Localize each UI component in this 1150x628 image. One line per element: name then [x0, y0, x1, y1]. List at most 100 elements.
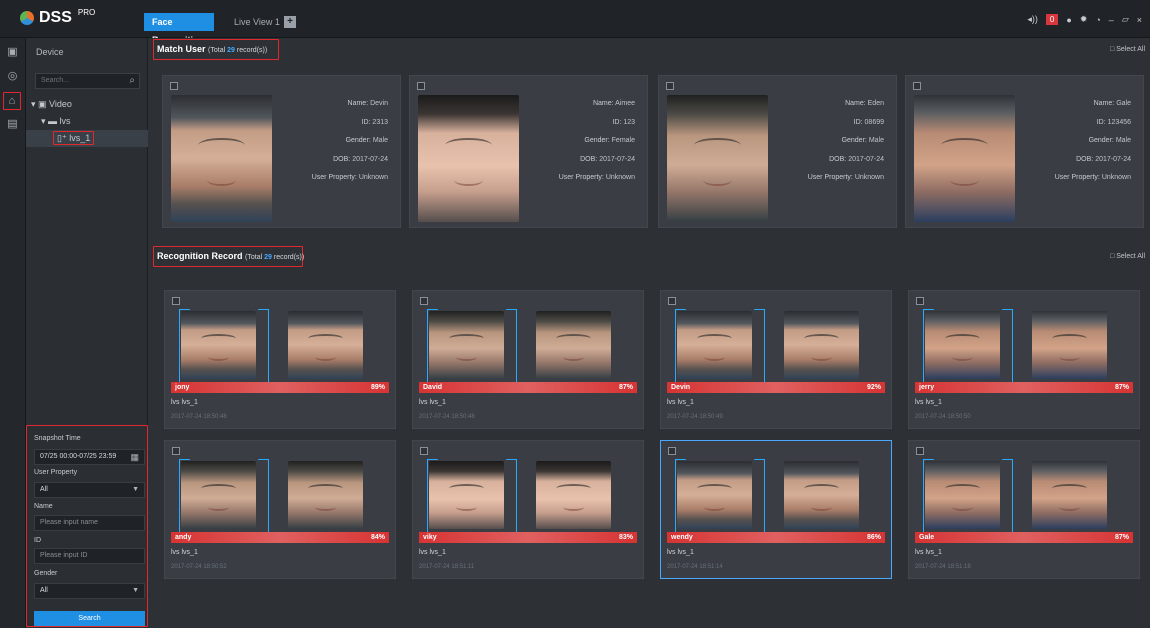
matched-name: jerry — [919, 384, 935, 391]
recognition-record-card[interactable]: jony 89% lvs lvs_1 2017-07-24 18:50:48 — [164, 290, 396, 429]
match-user-checkbox[interactable] — [170, 82, 178, 90]
record-checkbox[interactable] — [668, 447, 676, 455]
user-property-row: User Property: Unknown — [559, 169, 635, 188]
tree-lvs1-node[interactable]: ▯⁺ lvs_1 — [26, 130, 148, 147]
record-checkbox[interactable] — [668, 297, 676, 305]
match-user-select-all-label: Select All — [1116, 46, 1145, 53]
user-icon[interactable]: ● — [1066, 15, 1071, 25]
user-name-row: Name: Aimee — [559, 95, 635, 114]
checkbox-icon[interactable]: □ — [1110, 253, 1114, 260]
match-user-checkbox[interactable] — [913, 82, 921, 90]
match-score: 87% — [1114, 534, 1129, 541]
match-result-bar: Gale 87% — [915, 532, 1133, 543]
match-score: 83% — [618, 534, 633, 541]
recognition-record-card[interactable]: wendy 86% lvs lvs_1 2017-07-24 18:51:14 — [660, 440, 892, 579]
name-input[interactable]: Please input name — [34, 515, 145, 531]
close-icon[interactable]: × — [1137, 15, 1142, 25]
id-label: ID: — [853, 118, 863, 126]
recognition-record-card[interactable]: jerry 87% lvs lvs_1 2017-07-24 18:50:50 — [908, 290, 1140, 429]
gender-label: Gender: — [841, 137, 867, 144]
search-icon[interactable]: ⌕ — [129, 74, 135, 88]
settings-icon[interactable]: ✹ — [1080, 14, 1088, 25]
match-user-select-all[interactable]: □ Select All — [1110, 46, 1145, 53]
record-checkbox[interactable] — [172, 447, 180, 455]
captured-face-image — [677, 311, 752, 379]
record-checkbox[interactable] — [916, 447, 924, 455]
match-score: 87% — [618, 384, 633, 391]
user-dob: 2017-07-24 — [599, 155, 635, 163]
user-property-row: User Property: Unknown — [1055, 169, 1131, 188]
user-name: Aimee — [615, 100, 635, 107]
calendar-icon[interactable]: ▦ — [130, 450, 139, 464]
recognition-record-card[interactable]: andy 84% lvs lvs_1 2017-07-24 18:50:52 — [164, 440, 396, 579]
user-dob-row: DOB: 2017-07-24 — [312, 151, 388, 170]
user-id: 2313 — [372, 118, 388, 126]
dob-label: DOB: — [1076, 155, 1094, 163]
add-tab-button[interactable]: + — [284, 16, 296, 28]
match-user-card[interactable]: Name: Aimee ID: 123 Gender: Female DOB: … — [409, 75, 648, 228]
recognition-record-card[interactable]: viky 83% lvs lvs_1 2017-07-24 18:51:11 — [412, 440, 644, 579]
user-id-row: ID: 2313 — [312, 114, 388, 133]
record-checkbox[interactable] — [916, 297, 924, 305]
volume-icon[interactable]: ◂)) — [1027, 14, 1038, 25]
recognition-record-card[interactable]: Devin 92% lvs lvs_1 2017-07-24 18:50:49 — [660, 290, 892, 429]
minimize-icon[interactable]: – — [1109, 15, 1114, 25]
tree-lvs-node[interactable]: ▾ ▬ lvs — [31, 113, 146, 130]
match-user-checkbox[interactable] — [666, 82, 674, 90]
search-button[interactable]: Search — [34, 611, 145, 626]
match-result-bar: wendy 86% — [667, 532, 885, 543]
restore-icon[interactable]: ▱ — [1122, 14, 1129, 25]
match-user-total-prefix: (Total — [208, 47, 226, 54]
tab-face-recognition[interactable]: Face Recognition — [144, 13, 214, 45]
id-label: ID: — [361, 118, 371, 126]
record-device: lvs lvs_1 — [171, 549, 198, 556]
record-device: lvs lvs_1 — [419, 549, 446, 556]
main-content: Match User (Total 29 record(s)) □ Select… — [148, 38, 1150, 628]
match-user-total-suffix: record(s)) — [236, 47, 268, 54]
recognition-record-header: Recognition Record (Total 29 record(s)) — [153, 246, 305, 267]
face-search-icon[interactable]: ◎ — [5, 69, 20, 84]
face-recognition-icon[interactable]: ⌂ — [3, 92, 21, 110]
recognition-select-all[interactable]: □ Select All — [1110, 253, 1145, 260]
snapshot-time-input[interactable]: 07/25 00:00-07/25 23:59 ▦ — [34, 449, 145, 465]
device-tree-icon[interactable]: ▣ — [5, 45, 20, 60]
record-time: 2017-07-24 18:51:14 — [667, 564, 723, 570]
property-label: User Property: — [1054, 174, 1100, 181]
match-result-bar: viky 83% — [419, 532, 637, 543]
user-gender-row: Gender: Male — [808, 132, 884, 151]
checkbox-icon[interactable]: □ — [1110, 46, 1114, 53]
match-user-card[interactable]: Name: Gale ID: 123456 Gender: Male DOB: … — [905, 75, 1144, 228]
tree-video-node[interactable]: ▾ ▣ Video — [31, 96, 146, 113]
user-gender-row: Gender: Male — [1055, 132, 1131, 151]
user-gender: Male — [372, 137, 388, 144]
gender-select[interactable]: All ▼ — [34, 583, 145, 599]
tab-live-view-1[interactable]: Live View 1 — [226, 13, 288, 31]
user-dob: 2017-07-24 — [1095, 155, 1131, 163]
matched-face-image — [536, 461, 611, 529]
id-input[interactable]: Please input ID — [34, 548, 145, 564]
match-user-header: Match User (Total 29 record(s)) — [153, 39, 279, 60]
user-info: Name: Devin ID: 2313 Gender: Male DOB: 2… — [312, 95, 388, 188]
record-checkbox[interactable] — [172, 297, 180, 305]
record-checkbox[interactable] — [420, 297, 428, 305]
record-settings-icon[interactable]: ▤ — [5, 117, 20, 132]
record-checkbox[interactable] — [420, 447, 428, 455]
chevron-down-icon: ▼ — [132, 486, 139, 493]
recognition-total-suffix: record(s)) — [273, 254, 305, 261]
match-user-checkbox[interactable] — [417, 82, 425, 90]
performance-icon[interactable]: ◔ — [1095, 15, 1100, 25]
user-id-row: ID: 123456 — [1055, 114, 1131, 133]
match-user-card[interactable]: Name: Eden ID: 08699 Gender: Male DOB: 2… — [658, 75, 897, 228]
gender-value: All — [40, 587, 48, 594]
user-name: Eden — [867, 100, 884, 107]
device-search-input[interactable]: Search... ⌕ — [35, 73, 140, 89]
id-label: ID — [34, 537, 41, 544]
match-result-bar: Devin 92% — [667, 382, 885, 393]
match-user-total-count: 29 — [227, 47, 235, 54]
recognition-record-card[interactable]: Gale 87% lvs lvs_1 2017-07-24 18:51:18 — [908, 440, 1140, 579]
user-property-select[interactable]: All ▼ — [34, 482, 145, 498]
match-user-card[interactable]: Name: Devin ID: 2313 Gender: Male DOB: 2… — [162, 75, 401, 228]
recognition-record-card[interactable]: David 87% lvs lvs_1 2017-07-24 18:50:48 — [412, 290, 644, 429]
user-property-row: User Property: Unknown — [312, 169, 388, 188]
alarm-count-badge[interactable]: 0 — [1045, 14, 1059, 25]
